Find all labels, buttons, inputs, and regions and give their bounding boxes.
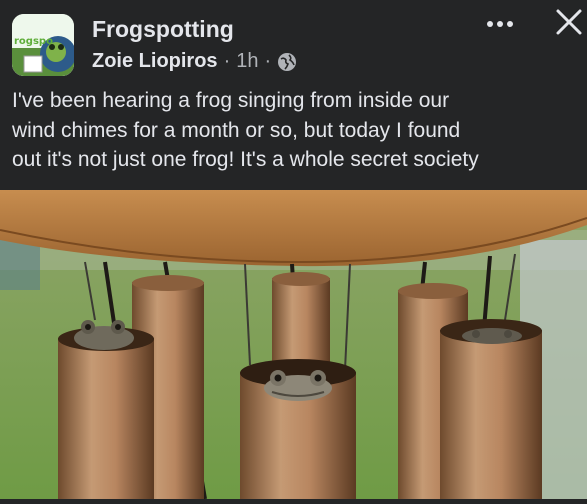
author-name[interactable]: Zoie Liopiros xyxy=(92,50,218,73)
wind-chime-frogs-photo xyxy=(0,190,587,500)
post-text: I've been hearing a frog singing from in… xyxy=(12,86,584,175)
frog-right xyxy=(462,328,522,344)
more-options-button[interactable] xyxy=(484,12,516,36)
group-avatar[interactable]: rogspo xyxy=(12,14,74,76)
post-header: rogspo Frogspotting Zoie Liopiros · 1h ·… xyxy=(0,0,587,190)
post-time[interactable]: 1h xyxy=(236,50,258,73)
post-photo[interactable] xyxy=(0,190,587,500)
post-text-line-3: out it's not just one frog! It's a whole… xyxy=(12,148,479,171)
group-logo-image: rogspo xyxy=(12,14,74,76)
close-icon xyxy=(556,9,582,35)
post-meta: Zoie Liopiros · 1h · xyxy=(92,50,297,73)
group-name[interactable]: Frogspotting xyxy=(92,16,234,43)
globe-icon xyxy=(278,52,297,71)
logo-lettering: rogspo xyxy=(14,36,53,47)
post-text-line-1: I've been hearing a frog singing from in… xyxy=(12,89,450,112)
meta-separator: · xyxy=(223,50,231,72)
post-text-line-2: wind chimes for a month or so, but today… xyxy=(12,118,461,142)
meta-separator-2: · xyxy=(264,50,272,72)
more-horizontal-icon xyxy=(487,21,513,27)
close-button[interactable] xyxy=(553,6,585,38)
